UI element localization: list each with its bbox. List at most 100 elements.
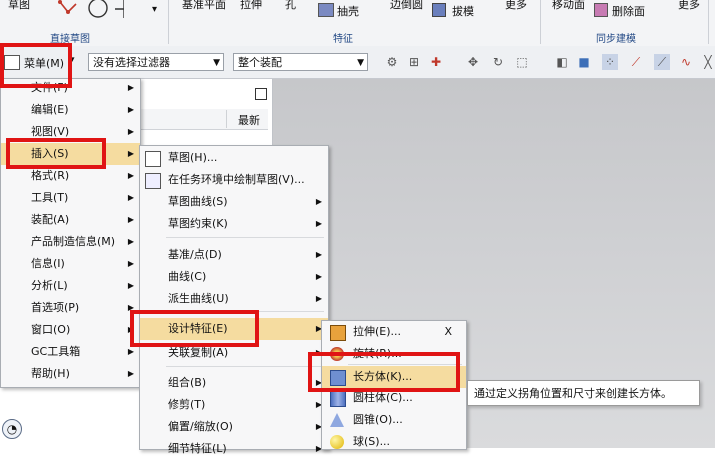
chevron-down-icon: ▼ bbox=[357, 58, 364, 68]
submenu-arrow-icon: ▶ bbox=[127, 303, 134, 312]
insert-menu-item-1[interactable]: 在任务环境中绘制草图(V)... bbox=[140, 169, 328, 191]
menu-button[interactable]: 菜单(M) ▾ bbox=[4, 52, 76, 72]
design-menu-item-3[interactable]: 圆柱体(C)... bbox=[322, 387, 466, 409]
insert-menu-item-0[interactable]: 草图(H)... bbox=[140, 147, 328, 169]
main-menu-item-13[interactable]: 帮助(H) ▶ bbox=[1, 363, 140, 385]
chevron-down-icon: ▾ bbox=[70, 55, 75, 65]
revolve-icon bbox=[330, 347, 344, 361]
insert-menu-item-12[interactable]: 细节特征(L) ▶ bbox=[140, 438, 328, 460]
line-endpoint-icon[interactable]: ⟋ bbox=[628, 54, 644, 70]
more-button-1[interactable]: 更多 bbox=[505, 0, 527, 12]
design-menu-item-1[interactable]: 旋转(R)... bbox=[322, 343, 466, 365]
main-menu-item-label: 格式(R) bbox=[31, 169, 70, 182]
insert-menu-item-label: 关联复制(A) bbox=[168, 346, 229, 359]
shaded-view-icon[interactable]: ◧ bbox=[554, 54, 570, 70]
main-menu-item-7[interactable]: 产品制造信息(M) ▶ bbox=[1, 231, 140, 253]
hole-button[interactable]: 孔 bbox=[285, 0, 296, 12]
insert-menu-item-11[interactable]: 偏置/缩放(O) ▶ bbox=[140, 416, 328, 438]
line-midpoint-icon[interactable]: ⟋ bbox=[654, 54, 670, 70]
more-dropdown-icon[interactable]: ▾ bbox=[152, 4, 157, 15]
main-menu-item-5[interactable]: 工具(T) ▶ bbox=[1, 187, 140, 209]
main-menu-item-label: 视图(V) bbox=[31, 125, 70, 138]
move-face-button[interactable]: 移动面 bbox=[552, 0, 585, 12]
design-menu-item-2[interactable]: 长方体(K)... bbox=[322, 366, 466, 388]
extrude-button[interactable]: 拉伸 bbox=[240, 0, 262, 12]
sketch-button[interactable]: 草图 bbox=[8, 0, 30, 12]
column-latest[interactable]: 最新 bbox=[238, 112, 260, 128]
main-menu-item-11[interactable]: 窗口(O) ▶ bbox=[1, 319, 140, 341]
intersection-icon[interactable]: ╳ bbox=[700, 54, 715, 70]
move-tool-icon[interactable]: ✥ bbox=[465, 54, 481, 70]
main-menu-item-2[interactable]: 视图(V) ▶ bbox=[1, 121, 140, 143]
selection-filter-value: 没有选择过滤器 bbox=[93, 56, 170, 69]
insert-menu-item-3[interactable]: 草图约束(K) ▶ bbox=[140, 213, 328, 235]
sphere-icon bbox=[330, 435, 344, 449]
point-snap-icon[interactable]: ✚ bbox=[428, 54, 444, 70]
sketch-tools-icon[interactable] bbox=[54, 0, 124, 22]
insert-menu-item-7[interactable]: 设计特征(E) ▶ bbox=[140, 318, 328, 340]
submenu-arrow-icon: ▶ bbox=[127, 83, 134, 92]
submenu-arrow-icon: ▶ bbox=[127, 347, 134, 356]
design-menu-item-5[interactable]: 球(S)... bbox=[322, 431, 466, 453]
transform-icon[interactable]: ↻ bbox=[490, 54, 506, 70]
main-menu-item-label: 窗口(O) bbox=[31, 323, 71, 336]
main-menu-item-4[interactable]: 格式(R) ▶ bbox=[1, 165, 140, 187]
insert-menu-item-10[interactable]: 修剪(T) ▶ bbox=[140, 394, 328, 416]
insert-menu-item-label: 组合(B) bbox=[168, 376, 207, 389]
design-menu-item-label: 球(S)... bbox=[353, 435, 391, 448]
shell-button[interactable]: 抽壳 bbox=[337, 3, 359, 19]
main-menu-item-label: 工具(T) bbox=[31, 191, 69, 204]
submenu-arrow-icon: ▶ bbox=[127, 149, 134, 158]
snap-points-icon[interactable]: ⁘ bbox=[602, 54, 618, 70]
main-menu-item-9[interactable]: 分析(L) ▶ bbox=[1, 275, 140, 297]
submenu-arrow-icon: ▶ bbox=[127, 215, 134, 224]
shell-icon bbox=[318, 3, 334, 17]
cylinder-icon bbox=[330, 391, 346, 407]
submenu-arrow-icon: ▶ bbox=[315, 294, 322, 303]
insert-menu-item-8[interactable]: 关联复制(A) ▶ bbox=[140, 342, 328, 364]
insert-menu-item-5[interactable]: 曲线(C) ▶ bbox=[140, 266, 328, 288]
insert-menu-item-2[interactable]: 草图曲线(S) ▶ bbox=[140, 191, 328, 213]
cube-view-icon[interactable]: ■ bbox=[576, 54, 592, 70]
design-menu-item-0[interactable]: 拉伸(E)... X bbox=[322, 321, 466, 343]
submenu-arrow-icon: ▶ bbox=[127, 369, 134, 378]
insert-menu-item-label: 修剪(T) bbox=[168, 398, 206, 411]
assembly-scope-dropdown[interactable]: 整个装配 ▼ bbox=[233, 53, 368, 71]
edge-blend-button[interactable]: 边倒圆 bbox=[390, 0, 423, 12]
main-menu-item-6[interactable]: 装配(A) ▶ bbox=[1, 209, 140, 231]
submenu-arrow-icon: ▶ bbox=[315, 250, 322, 259]
box-select-icon[interactable]: ⬚ bbox=[514, 54, 530, 70]
main-menu-item-1[interactable]: 编辑(E) ▶ bbox=[1, 99, 140, 121]
chevron-down-icon: ▼ bbox=[213, 58, 220, 68]
insert-menu-item-label: 在任务环境中绘制草图(V)... bbox=[168, 173, 305, 186]
select-tool-icon[interactable]: ⚙ bbox=[384, 54, 400, 70]
main-menu-item-label: 产品制造信息(M) bbox=[31, 235, 116, 248]
design-menu-item-label: 旋转(R)... bbox=[353, 347, 402, 360]
direct-sketch-group-label: 直接草图 bbox=[50, 34, 90, 45]
design-menu-item-4[interactable]: 圆锥(O)... bbox=[322, 409, 466, 431]
main-menu-item-10[interactable]: 首选项(P) ▶ bbox=[1, 297, 140, 319]
main-menu-item-0[interactable]: 文件(F) ▶ bbox=[1, 77, 140, 99]
delete-face-button[interactable]: 删除面 bbox=[612, 3, 645, 19]
datum-plane-button[interactable]: 基准平面 bbox=[182, 0, 226, 12]
draft-icon bbox=[432, 3, 446, 17]
insert-menu-item-6[interactable]: 派生曲线(U) ▶ bbox=[140, 288, 328, 310]
submenu-arrow-icon: ▶ bbox=[127, 325, 134, 334]
design-menu-item-label: 拉伸(E)... bbox=[353, 325, 402, 338]
more-button-2[interactable]: 更多 bbox=[678, 0, 700, 12]
main-menu-item-8[interactable]: 信息(I) ▶ bbox=[1, 253, 140, 275]
curve-point-icon[interactable]: ∿ bbox=[678, 54, 694, 70]
feature-group-label: 特征 bbox=[333, 34, 353, 45]
submenu-arrow-icon: ▶ bbox=[127, 281, 134, 290]
main-menu-item-3[interactable]: 插入(S) ▶ bbox=[1, 143, 140, 165]
selection-filter-dropdown[interactable]: 没有选择过滤器 ▼ bbox=[88, 53, 224, 71]
insert-menu-item-4[interactable]: 基准/点(D) ▶ bbox=[140, 244, 328, 266]
draft-button[interactable]: 拔模 bbox=[452, 3, 474, 19]
clock-icon[interactable]: ◔ bbox=[2, 419, 22, 439]
design-feature-submenu: 拉伸(E)... X 旋转(R)... 长方体(K)... 圆柱体(C)... 圆锥(O)… bbox=[321, 320, 467, 450]
insert-menu-item-9[interactable]: 组合(B) ▶ bbox=[140, 372, 328, 394]
snap-tool-icon[interactable]: ⊞ bbox=[406, 54, 422, 70]
maximize-icon[interactable] bbox=[255, 88, 267, 100]
main-menu-item-label: 编辑(E) bbox=[31, 103, 69, 116]
main-menu-item-12[interactable]: GC工具箱 ▶ bbox=[1, 341, 140, 363]
